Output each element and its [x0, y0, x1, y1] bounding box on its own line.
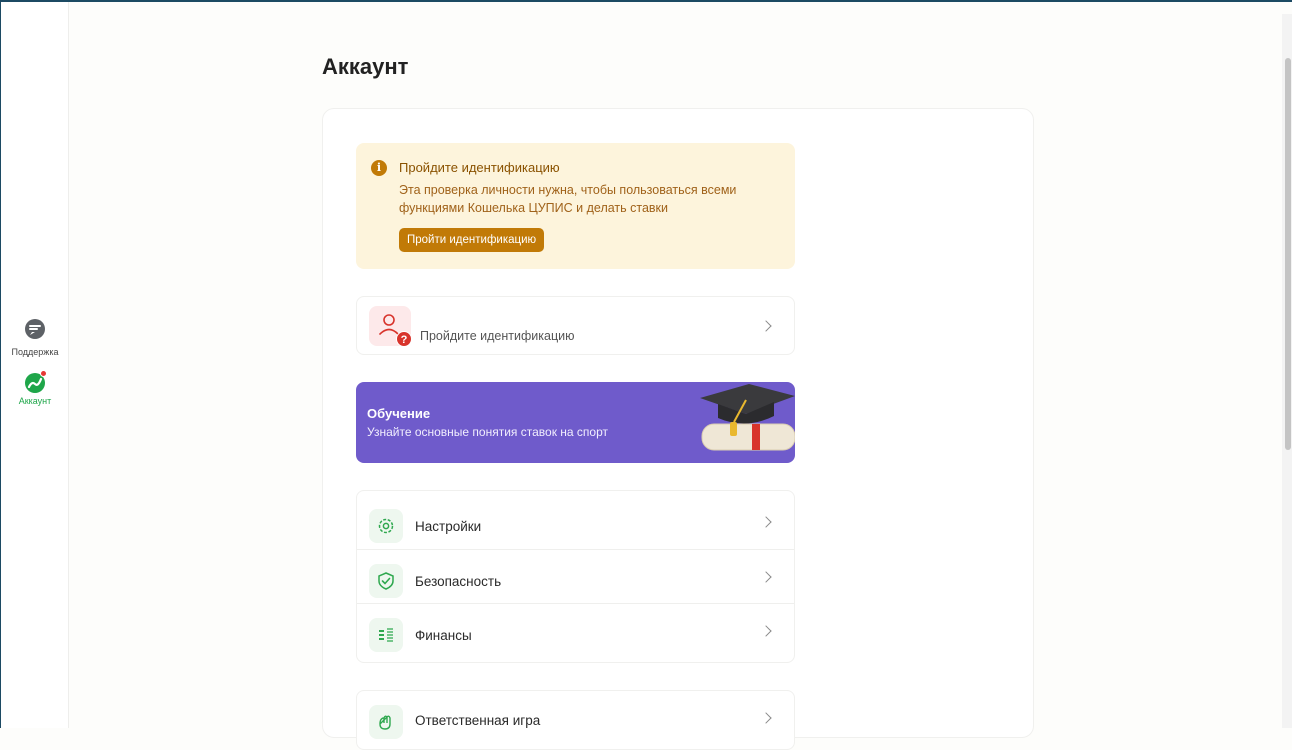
page-title: Аккаунт	[322, 54, 409, 79]
question-badge: ?	[396, 331, 412, 347]
identification-row-label: Пройдите идентификацию	[420, 329, 575, 343]
start-identification-button[interactable]: Пройти идентификацию	[399, 228, 545, 252]
menu-item-label: Безопасность	[415, 574, 502, 589]
identification-row[interactable]: ? Пройдите идентификацию	[356, 296, 795, 355]
menu-item-finance[interactable]: Финансы	[357, 603, 794, 657]
settings-menu: Настройки Безопасность Финансы	[356, 490, 795, 663]
responsible-menu: Ответственная игра	[356, 690, 795, 750]
chat-icon	[24, 318, 46, 345]
menu-item-label: Финансы	[415, 628, 472, 643]
graduation-cap-icon	[700, 384, 795, 451]
menu-item-label: Настройки	[415, 519, 482, 534]
scrollbar-thumb[interactable]	[1285, 58, 1291, 450]
chevron-right-icon	[760, 712, 772, 724]
learning-banner[interactable]: Обучение Узнайте основные понятия ставок…	[356, 382, 795, 463]
hand-heart-icon	[369, 705, 403, 739]
chevron-right-icon	[760, 625, 772, 637]
banner-title: Обучение	[367, 406, 431, 421]
chevron-right-icon	[760, 516, 772, 528]
menu-item-settings[interactable]: Настройки	[357, 495, 794, 549]
gear-icon	[369, 509, 403, 543]
info-icon: i	[371, 160, 387, 176]
menu-item-security[interactable]: Безопасность	[357, 549, 794, 603]
shield-check-icon	[369, 564, 403, 598]
notification-dot	[40, 370, 47, 377]
left-rail: Поддержка Аккаунт	[1, 2, 69, 728]
alert-title: Пройдите идентификацию	[399, 160, 560, 175]
window-border-top	[0, 0, 1292, 2]
rail-support-label: Поддержка	[11, 347, 59, 357]
chevron-right-icon	[760, 320, 772, 332]
chevron-right-icon	[760, 571, 772, 583]
rail-item-account[interactable]: Аккаунт	[1, 370, 69, 406]
banner-subtitle: Узнайте основные понятия ставок на спорт	[367, 425, 609, 439]
rail-item-support[interactable]: Поддержка	[1, 318, 69, 357]
alert-text: Эта проверка личности нужна, чтобы польз…	[399, 183, 737, 215]
finance-icon	[369, 618, 403, 652]
account-icon	[24, 370, 47, 394]
rail-account-label: Аккаунт	[18, 396, 52, 406]
menu-item-responsible-gaming[interactable]: Ответственная игра	[357, 695, 794, 749]
identification-alert: i Пройдите идентификацию Эта проверка ли…	[356, 143, 795, 269]
menu-item-label: Ответственная игра	[415, 713, 541, 728]
